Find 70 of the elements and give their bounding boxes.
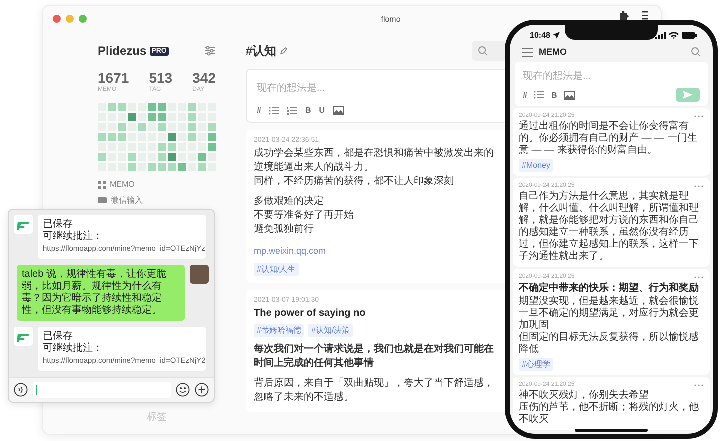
numbered-list-icon[interactable] [287,106,298,114]
format-button[interactable]: # [523,90,528,100]
memo-title: 不确定中带来的快乐：期望、行为和奖励 [519,283,700,295]
menu-icon[interactable] [641,10,649,20]
stat-value: 513 [149,70,173,86]
search-icon [478,46,488,56]
search-field[interactable] [472,41,508,61]
tag-heading: #认知 [246,42,277,60]
puzzle-icon[interactable] [619,10,629,20]
photo-placeholder [190,265,209,284]
memo-text: 神不吹灭残灯，你别失去希望 压伤的芦苇，他不折断；将残的灯火，他不吹灭 [519,390,700,426]
message-text: 已保存 [43,331,74,342]
window-title: flomo [380,14,402,24]
signal-icon [655,32,666,38]
tag[interactable]: #蒂姆哈福德 [254,324,304,337]
more-icon[interactable] [694,184,704,188]
memo-text: 期望没实现，但是越来越近，就会很愉悦 一旦不确定的期望满足，对应行为就会更加巩固 但固定的目标无法反复获得，所以愉悦感降低 [519,296,700,356]
message-bubble: taleb 说，规律性有毒，让你更脆弱，比如月薪。规律性为什么有毒？因为它暗示了持续性和稳定性，但没有事物能够持续稳定。 [17,265,185,321]
search-icon[interactable] [691,47,701,57]
plus-icon[interactable] [195,383,209,397]
text-cursor [36,385,37,395]
pencil-icon[interactable] [280,47,288,55]
tag[interactable]: #Money [519,159,554,172]
voice-icon[interactable] [14,383,28,397]
more-icon[interactable] [694,114,704,118]
battery-icon [682,32,697,38]
status-time: 10:48 [530,30,550,40]
memo-title: The power of saying no [254,308,367,319]
zoom-button[interactable] [79,15,87,23]
bullet-list-icon[interactable] [534,91,544,99]
wifi-icon [669,32,679,38]
message-text: 已保存 [43,219,74,230]
memo-text: 每次我们对一个请求说是，我们也就是在对我们可能在时间上完成的任何其他事情 [254,343,495,371]
image-icon[interactable] [564,90,576,100]
format-button[interactable]: B [305,106,312,115]
nav-item[interactable]: 微信输入 [98,195,216,206]
stat-value: 1671 [98,70,130,86]
link[interactable]: mp.weixin.qq.com [254,246,326,256]
logo-icon [16,220,30,230]
grid-icon [98,180,106,188]
format-button[interactable]: U [319,106,326,115]
message-text: 可继续批注： [43,231,103,242]
format-button[interactable]: B [551,90,558,100]
tag[interactable]: #认知/决策 [308,324,354,337]
memo-text: 通过出租你的时间是不会让你变得富有的。你必须拥有自己的财产 — — 一门生意 — — 来获得你的财富自由。 [519,121,698,157]
memo-input[interactable]: 现在的想法是... [257,83,497,94]
memo-input[interactable]: 现在的想法是... [523,71,700,82]
memo-text: 多做艰难的决定 不要等准备好了再开始 避免孤独前行 [254,195,355,237]
memo-text: 成功学会某些东西，都是在恐惧和痛苦中被激发出来的 逆境能逼出来人的战斗力。 同样，不经历痛苦的获得，都不让人印象深刻 [254,147,495,189]
message-field[interactable] [33,382,171,398]
format-button[interactable]: # [257,106,262,115]
more-icon[interactable] [694,384,704,386]
memo-text: 背后原因，来自于「双曲贴现」，夸大了当下舒适感，忽略了未来的不适感。 [254,377,495,405]
location-arrow-icon [553,32,560,38]
user-name: Plidezus [98,44,147,58]
logo-icon [16,332,30,342]
emoji-icon[interactable] [176,383,190,397]
send-icon [683,91,693,99]
settings-icon[interactable] [204,45,216,57]
tag[interactable]: #心理学 [519,358,554,371]
bullet-list-icon[interactable] [269,106,280,114]
more-icon[interactable] [694,276,704,278]
close-button[interactable] [53,15,61,23]
tag[interactable]: #认知/人生 [254,263,299,276]
page-title: MEMO [539,47,567,57]
stat-value: 342 [192,70,216,86]
image-icon[interactable] [333,106,344,115]
nav-item[interactable]: MEMO [98,180,216,189]
memo-text: 自己作为方法是什么意思，其实就是理解，什么叫懂、什么叫理解，所谓懂和理解，就是你能够把对方说的东西和你自己的感知建立一种联系，虽然你没有经历过，但你建立起感知上的联系，这样一下子沟通性就出来了。 [519,191,700,263]
message-text: 可继续批注： [43,343,103,354]
